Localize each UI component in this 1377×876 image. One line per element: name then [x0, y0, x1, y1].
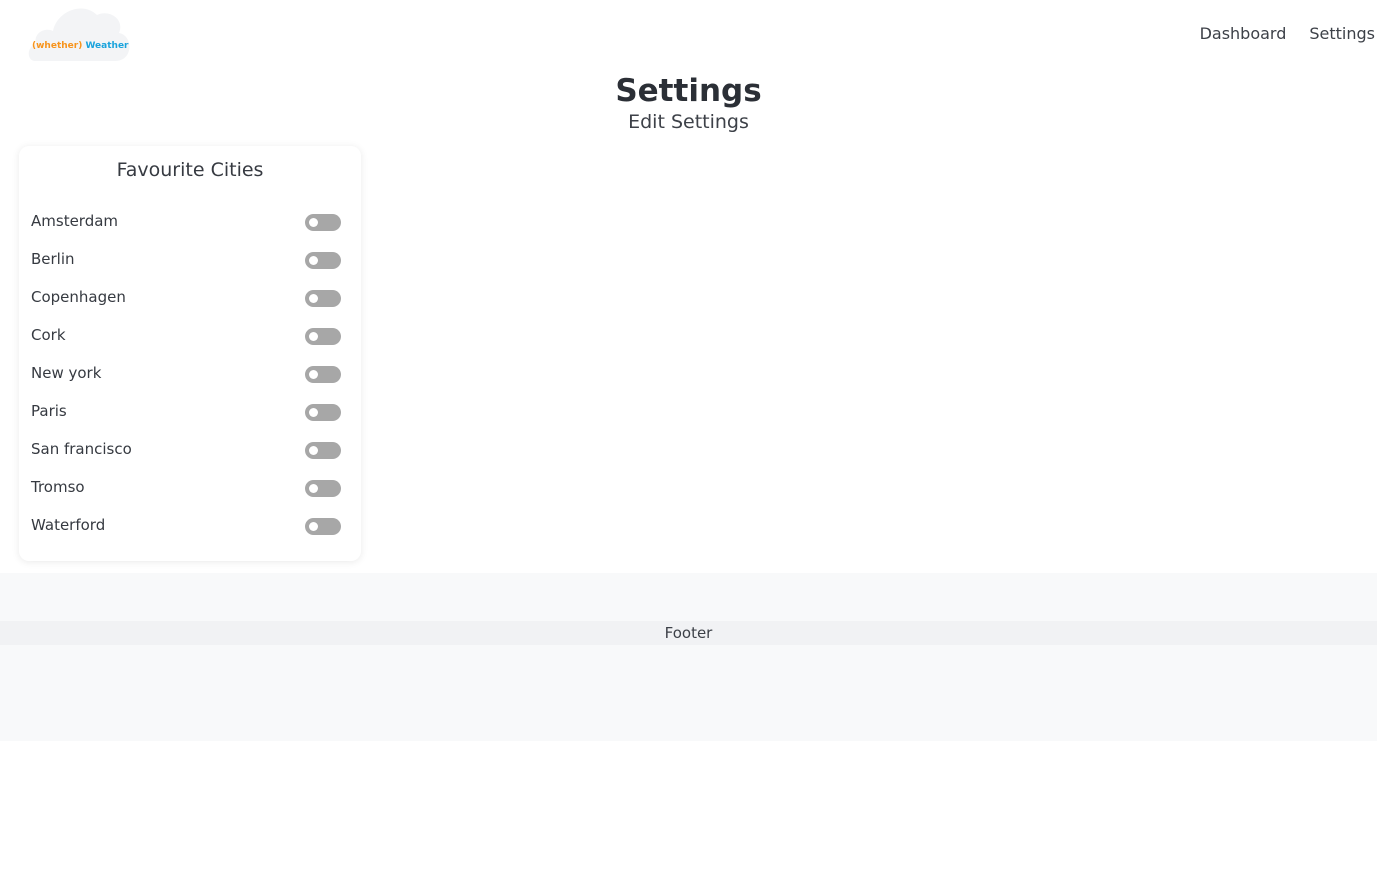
toggle-knob [309, 521, 318, 531]
new-york-toggle[interactable] [305, 365, 341, 383]
city-name: Paris [31, 402, 67, 420]
city-name: Waterford [31, 516, 106, 534]
city-name: Tromso [31, 478, 85, 496]
footer: Footer [0, 573, 1377, 741]
logo-text-weather: Weather [85, 41, 129, 51]
paris-toggle[interactable] [305, 403, 341, 421]
toggle-knob [309, 445, 318, 455]
page-subtitle: Edit Settings [628, 111, 749, 133]
toggle-knob [309, 331, 318, 341]
city-row-waterford: Waterford [31, 507, 341, 545]
amsterdam-toggle[interactable] [305, 213, 341, 231]
page-title: Settings [615, 73, 762, 109]
city-row-amsterdam: Amsterdam [31, 203, 341, 241]
city-row-berlin: Berlin [31, 241, 341, 279]
toggle-knob [309, 407, 318, 417]
city-name: Berlin [31, 250, 75, 268]
city-name: San francisco [31, 440, 132, 458]
city-row-copenhagen: Copenhagen [31, 279, 341, 317]
logo-text: (whether) Weather [32, 41, 129, 51]
city-row-new-york: New york [31, 355, 341, 393]
waterford-toggle[interactable] [305, 517, 341, 535]
logo[interactable]: (whether) Weather [27, 3, 132, 63]
toggle-knob [309, 369, 318, 379]
main-nav: Dashboard Settings [1200, 24, 1375, 43]
tromso-toggle[interactable] [305, 479, 341, 497]
toggle-knob [309, 483, 318, 493]
nav-dashboard-link[interactable]: Dashboard [1200, 24, 1287, 43]
toggle-knob [309, 293, 318, 303]
footer-label: Footer [0, 621, 1377, 645]
favourite-cities-card: Favourite Cities Amsterdam Berlin Copenh… [19, 146, 361, 561]
copenhagen-toggle[interactable] [305, 289, 341, 307]
city-row-paris: Paris [31, 393, 341, 431]
city-name: Cork [31, 326, 66, 344]
title-block: Settings Edit Settings [0, 72, 1377, 134]
city-list: Amsterdam Berlin Copenhagen Cork New yor… [31, 203, 341, 545]
toggle-knob [309, 217, 318, 227]
san-francisco-toggle[interactable] [305, 441, 341, 459]
cloud-icon [28, 8, 130, 62]
logo-text-whether: (whether) [32, 41, 83, 51]
card-title: Favourite Cities [116, 159, 264, 181]
city-name: Amsterdam [31, 212, 119, 230]
city-row-cork: Cork [31, 317, 341, 355]
city-name: New york [31, 364, 102, 382]
nav-settings-link[interactable]: Settings [1309, 24, 1375, 43]
berlin-toggle[interactable] [305, 251, 341, 269]
header: (whether) Weather Dashboard Settings [0, 0, 1377, 68]
cork-toggle[interactable] [305, 327, 341, 345]
toggle-knob [309, 255, 318, 265]
city-row-tromso: Tromso [31, 469, 341, 507]
city-name: Copenhagen [31, 288, 126, 306]
city-row-san-francisco: San francisco [31, 431, 341, 469]
